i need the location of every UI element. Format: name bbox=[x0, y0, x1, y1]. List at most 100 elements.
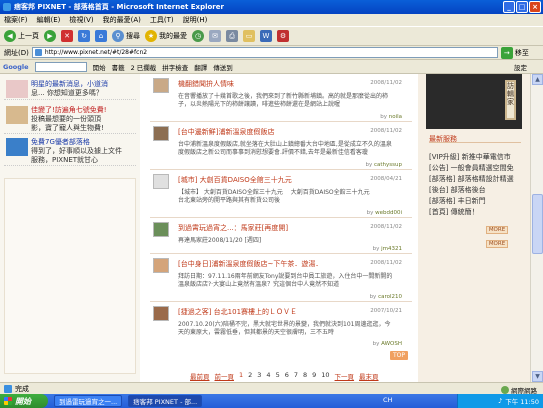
promo-thumbnail bbox=[6, 80, 28, 98]
shop-sign: 訪輯家 bbox=[505, 80, 516, 120]
volume-icon[interactable]: ♪ bbox=[498, 397, 502, 405]
pager-page[interactable]: 9 bbox=[312, 371, 316, 381]
post-title[interactable]: [台中邊新鮮]浦新溫泉度假飯店 bbox=[178, 127, 274, 137]
post-avatar bbox=[153, 174, 169, 189]
post-author[interactable]: jm4321 bbox=[381, 246, 402, 252]
pager-page[interactable]: 2 bbox=[248, 371, 252, 381]
taskbar-item[interactable]: 到過雷玩過宵之一... bbox=[54, 395, 123, 407]
translate-button[interactable]: 翻譯 bbox=[194, 62, 207, 72]
word-icon[interactable]: W bbox=[260, 30, 272, 42]
service-item[interactable]: [公告] 一般會員精選空間免 bbox=[429, 163, 527, 174]
menu-help[interactable]: 說明(H) bbox=[183, 15, 208, 25]
forward-arrow-icon[interactable]: ▶ bbox=[44, 30, 56, 42]
pager-first[interactable]: 最前頁 bbox=[190, 371, 210, 381]
menu-favorites[interactable]: 我的最愛(A) bbox=[103, 15, 141, 25]
post-author[interactable]: carol210 bbox=[378, 294, 402, 300]
post-item[interactable]: [城市] 大創百貨DAISO全館三十九元 2008/04/21 【城市】 大創百… bbox=[150, 172, 412, 218]
post-author[interactable]: webdd00i bbox=[375, 210, 402, 216]
more-button[interactable]: MORE bbox=[486, 240, 508, 248]
post-author[interactable]: AWOSH bbox=[381, 341, 402, 347]
post-title[interactable]: 機翻錯聞拚人情味 bbox=[178, 79, 234, 89]
post-avatar bbox=[153, 126, 169, 141]
go-arrow-icon: → bbox=[500, 46, 513, 59]
address-input[interactable]: http://www.pixnet.net/#t/28#fcn2 bbox=[31, 47, 498, 58]
clock: 下午 11:50 bbox=[505, 398, 539, 406]
more-button[interactable]: MORE bbox=[486, 226, 508, 234]
left-promo-item[interactable]: 佳變了!訪遍角七號免費! 投稿最想要的一份頭頂 影，寶了寵人與生物費! bbox=[4, 104, 136, 134]
minimize-button[interactable]: _ bbox=[503, 1, 515, 13]
popup-blocked-button[interactable]: 2 已攔截 bbox=[131, 62, 157, 72]
pager-next[interactable]: 下一頁 bbox=[335, 371, 355, 381]
scroll-down-icon[interactable]: ▼ bbox=[532, 371, 543, 382]
mail-icon[interactable]: ✉ bbox=[209, 30, 221, 42]
post-item[interactable]: [台中身日]浦新溫泉度假飯店~下午茶．遊湯． 2008/11/02 拜訪日期：9… bbox=[150, 256, 412, 302]
go-button[interactable]: → 移至 bbox=[500, 46, 529, 59]
google-toolbar: Google 開始 書籤 2 已攔截 拼字檢查 翻譯 傳送到 設定 bbox=[0, 60, 543, 74]
left-promo-item[interactable]: 明星的最新消息，小道消 息... 你想知道更多嗎？ bbox=[4, 78, 136, 100]
title-bar: 痞客邦 PIXNET - 部落格首頁 - Microsoft Internet … bbox=[0, 0, 543, 14]
scroll-up-icon[interactable]: ▲ bbox=[532, 74, 543, 85]
menu-file[interactable]: 檔案(F) bbox=[4, 15, 28, 25]
vertical-scrollbar[interactable]: ▲ ▼ bbox=[530, 74, 543, 382]
service-item[interactable]: [部落格] 部落格精設計精選 bbox=[429, 174, 527, 185]
post-avatar bbox=[153, 258, 169, 273]
history-icon[interactable]: ◷ bbox=[192, 30, 204, 42]
post-item[interactable]: [台中邊新鮮]浦新溫泉度假飯店 2008/11/02 台中浦新溫泉度假飯店,就坐… bbox=[150, 124, 412, 170]
post-author[interactable]: cathyssup bbox=[374, 162, 402, 168]
pager-page[interactable]: 6 bbox=[285, 371, 289, 381]
post-item[interactable]: 機翻錯聞拚人情味 2008/11/02 在音響播放了十幾首歌之後，我們來到了新竹… bbox=[150, 76, 412, 122]
language-indicator[interactable]: CH bbox=[383, 396, 392, 404]
service-item[interactable]: [部落格] 丰日新門 bbox=[429, 196, 527, 207]
google-settings-button[interactable]: 設定 bbox=[514, 62, 527, 72]
menu-view[interactable]: 檢視(V) bbox=[69, 15, 93, 25]
start-button[interactable]: 開始 bbox=[0, 394, 48, 408]
service-item[interactable]: [VIP升級] 新推中華電信市 bbox=[429, 152, 527, 163]
post-title[interactable]: [捷過之客] 台北101賽樓上的ＬＯＶＥ bbox=[178, 307, 297, 317]
folder-icon[interactable]: ▭ bbox=[243, 30, 255, 42]
pager-page[interactable]: 8 bbox=[303, 371, 307, 381]
google-start-button[interactable]: 開始 bbox=[93, 62, 106, 72]
refresh-icon[interactable]: ↻ bbox=[78, 30, 90, 42]
post-title[interactable]: 到過霄玩過宵之...：馬家莊[再度開] bbox=[178, 223, 288, 233]
pager-page[interactable]: 4 bbox=[266, 371, 270, 381]
search-button[interactable]: ⚲ 搜尋 bbox=[112, 30, 140, 42]
print-icon[interactable]: ⎙ bbox=[226, 30, 238, 42]
post-title[interactable]: [台中身日]浦新溫泉度假飯店~下午茶．遊湯． bbox=[178, 259, 322, 269]
left-promo-item[interactable]: 免費7G優者部落格 得到了，好事順以及據上文件 服務，PIXNET就甘心 bbox=[4, 136, 136, 166]
google-search-input[interactable] bbox=[34, 61, 87, 72]
pager-page[interactable]: 1 bbox=[239, 371, 243, 381]
post-date: 2008/11/02 bbox=[370, 260, 402, 266]
post-author[interactable]: noila bbox=[389, 114, 402, 120]
menu-tools[interactable]: 工具(T) bbox=[150, 15, 174, 25]
send-to-button[interactable]: 傳送到 bbox=[213, 62, 233, 72]
stop-icon[interactable]: ✕ bbox=[61, 30, 73, 42]
promo-thumbnail bbox=[6, 138, 28, 156]
pager-page[interactable]: 7 bbox=[294, 371, 298, 381]
maximize-button[interactable]: □ bbox=[516, 1, 528, 13]
menu-edit[interactable]: 編輯(E) bbox=[37, 15, 61, 25]
pager-page[interactable]: 10 bbox=[321, 371, 329, 381]
pager-page[interactable]: 3 bbox=[257, 371, 261, 381]
scroll-thumb[interactable] bbox=[532, 194, 543, 254]
right-sidebar: 訪輯家 最新服務 [VIP升級] 新推中華電信市 [公告] 一般會員精選空間免 … bbox=[418, 74, 530, 382]
taskbar-item[interactable]: 痞客邦 PIXNET - 部... bbox=[128, 395, 203, 407]
service-item[interactable]: [首頁] 傳統簡！ bbox=[429, 207, 527, 218]
back-to-top-button[interactable]: TOP bbox=[390, 351, 408, 360]
pager-last[interactable]: 最末頁 bbox=[359, 371, 379, 381]
favorites-button[interactable]: ★ 我的最愛 bbox=[145, 30, 187, 42]
post-item[interactable]: [捷過之客] 台北101賽樓上的ＬＯＶＥ 2007/10/21 2007.10.… bbox=[150, 304, 412, 350]
close-button[interactable]: × bbox=[529, 1, 541, 13]
post-title[interactable]: [城市] 大創百貨DAISO全館三十九元 bbox=[178, 175, 292, 185]
home-icon[interactable]: ⌂ bbox=[95, 30, 107, 42]
service-item[interactable]: [後台] 部落格後台 bbox=[429, 185, 527, 196]
tool-icon[interactable]: ⚙ bbox=[277, 30, 289, 42]
status-bar: 完成 網際網路 bbox=[0, 382, 543, 395]
internet-zone-icon bbox=[501, 386, 509, 394]
spellcheck-button[interactable]: 拼字檢查 bbox=[162, 62, 188, 72]
pager-page[interactable]: 5 bbox=[276, 371, 280, 381]
post-item[interactable]: 到過霄玩過宵之...：馬家莊[再度開] 2008/11/02 再達馬家莊2008… bbox=[150, 220, 412, 254]
google-bookmarks-button[interactable]: 書籤 bbox=[112, 62, 125, 72]
post-date: 2008/11/02 bbox=[370, 128, 402, 134]
pager-prev[interactable]: 前一頁 bbox=[215, 371, 235, 381]
back-button[interactable]: ◀ 上一頁 bbox=[4, 30, 39, 42]
